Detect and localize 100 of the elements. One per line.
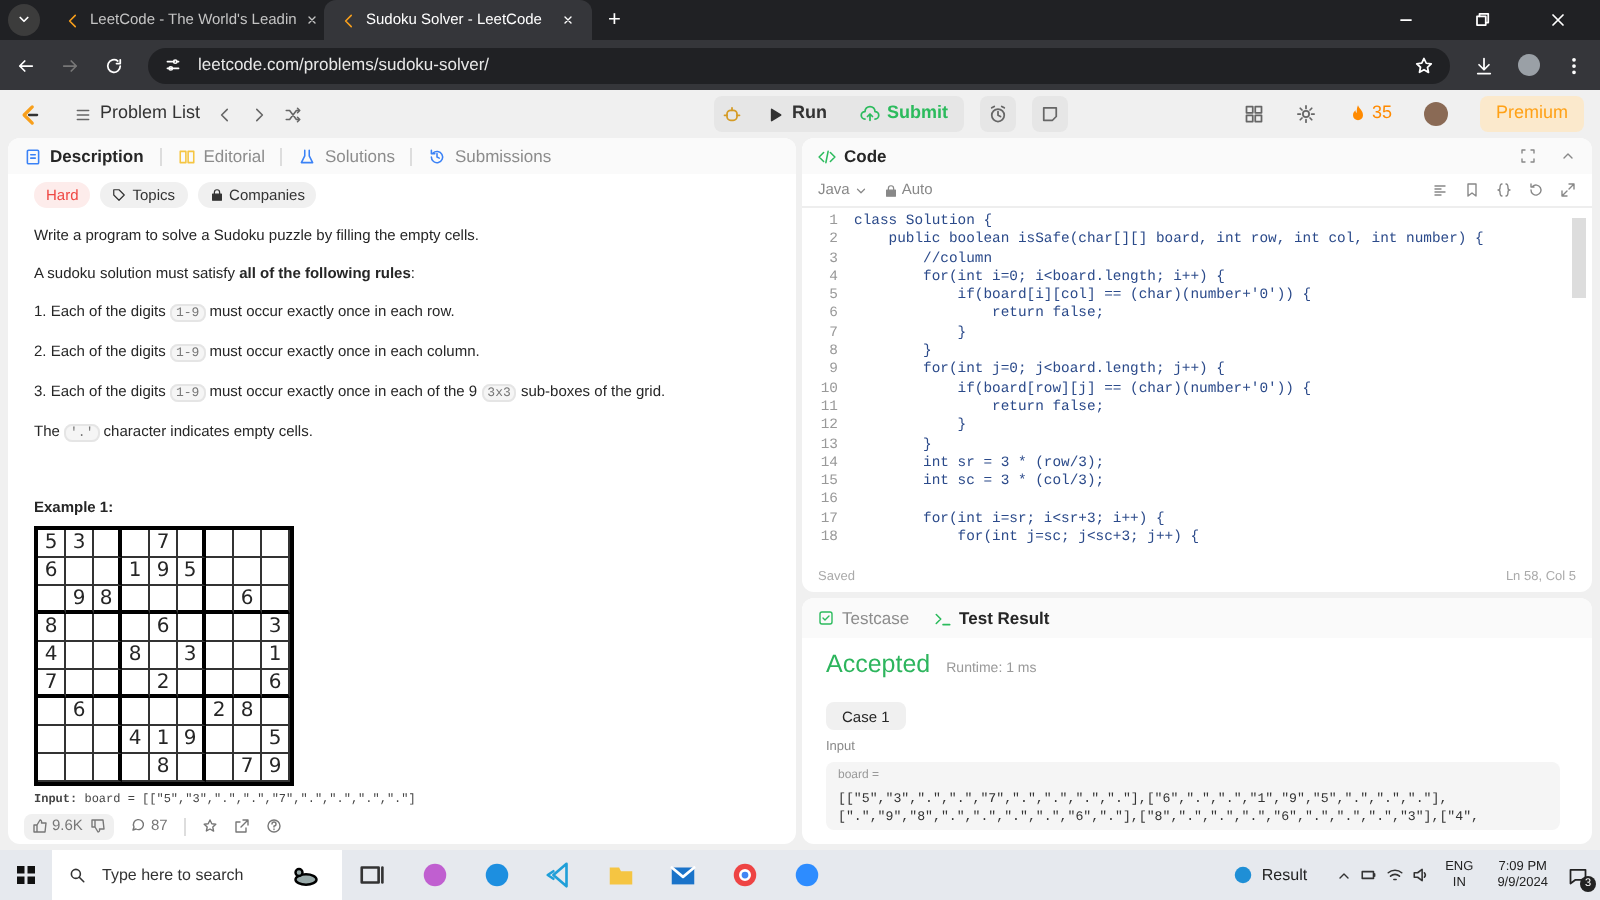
fullscreen-icon[interactable] (1520, 148, 1536, 164)
empty-sudoku-cell (178, 670, 206, 699)
avatar[interactable] (1518, 54, 1540, 76)
empty-sudoku-cell (206, 586, 234, 615)
empty-sudoku-cell (234, 558, 262, 587)
panel-tab[interactable]: Description (24, 143, 144, 169)
empty-sudoku-cell (150, 586, 178, 615)
collapse-icon[interactable] (1560, 148, 1576, 164)
empty-sudoku-cell (66, 558, 94, 587)
sudoku-cell: 8 (94, 586, 122, 615)
sudoku-cell: 3 (178, 642, 206, 671)
sudoku-cell: 3 (66, 530, 94, 559)
close-icon[interactable] (304, 12, 321, 28)
battery-icon[interactable] (1359, 866, 1378, 884)
sudoku-cell: 8 (122, 642, 150, 671)
sudoku-cell: 4 (38, 642, 66, 671)
notification-icon (1568, 865, 1588, 885)
leetcode-logo-icon (340, 11, 358, 29)
problem-list-link[interactable]: Problem List (100, 100, 201, 128)
empty-sudoku-cell (206, 642, 234, 671)
globe-icon (1231, 864, 1254, 886)
empty-sudoku-cell (122, 670, 150, 699)
sudoku-cell: 6 (66, 698, 94, 727)
sudoku-cell: 7 (234, 754, 262, 783)
sudoku-cell: 1 (150, 726, 178, 755)
help-icon[interactable] (265, 818, 282, 834)
chevron-down-icon[interactable] (8, 4, 40, 36)
empty-sudoku-cell (206, 614, 234, 643)
sudoku-cell: 6 (262, 670, 290, 699)
run-button[interactable]: Run (750, 96, 844, 132)
empty-sudoku-cell (262, 558, 290, 587)
panel-title: Code (844, 143, 887, 169)
empty-sudoku-cell (122, 530, 150, 559)
sudoku-cell: 8 (38, 614, 66, 643)
empty-sudoku-cell (66, 754, 94, 783)
checkbox-icon (818, 610, 834, 626)
volume-icon[interactable] (1411, 866, 1430, 884)
shuffle-icon[interactable] (284, 105, 303, 123)
empty-sudoku-cell (206, 754, 234, 783)
bookmark-star-icon[interactable] (1414, 55, 1434, 75)
reset-icon[interactable] (1528, 182, 1544, 198)
star-icon[interactable] (201, 818, 218, 834)
sudoku-cell: 9 (262, 754, 290, 783)
book-icon (177, 147, 196, 165)
empty-sudoku-cell (94, 642, 122, 671)
history-icon (428, 147, 447, 165)
empty-sudoku-cell (94, 698, 122, 727)
empty-sudoku-cell (178, 586, 206, 615)
new-tab-button[interactable]: + (608, 3, 621, 37)
close-icon[interactable] (1548, 10, 1568, 30)
sudoku-cell: 9 (178, 726, 206, 755)
back-icon[interactable] (16, 55, 36, 75)
site-settings-icon (164, 56, 182, 74)
sudoku-cell: 5 (38, 530, 66, 559)
layout-icon[interactable] (1243, 104, 1264, 124)
empty-sudoku-cell (122, 614, 150, 643)
note-icon[interactable] (1032, 96, 1069, 132)
share-icon[interactable] (233, 818, 250, 834)
empty-sudoku-cell (122, 698, 150, 727)
scrollbar[interactable] (1572, 218, 1586, 298)
empty-sudoku-cell (234, 726, 262, 755)
expand-icon[interactable] (1560, 182, 1576, 198)
sudoku-cell: 6 (234, 586, 262, 615)
sudoku-cell: 9 (150, 558, 178, 587)
format-icon[interactable] (1432, 182, 1448, 198)
avatar[interactable] (1423, 102, 1448, 126)
document-icon (24, 147, 42, 165)
empty-sudoku-cell (234, 530, 262, 559)
search-icon (68, 866, 86, 884)
braces-icon[interactable] (1496, 182, 1512, 198)
empty-sudoku-cell (234, 614, 262, 643)
code-icon (818, 147, 836, 165)
close-icon[interactable] (560, 12, 576, 28)
alarm-icon[interactable] (980, 96, 1017, 132)
wifi-icon[interactable] (1385, 866, 1404, 884)
restore-icon[interactable] (1472, 10, 1492, 30)
empty-sudoku-cell (206, 530, 234, 559)
sudoku-cell: 9 (66, 586, 94, 615)
taskbar-search-field[interactable]: Type here to search (52, 850, 342, 900)
forward-icon[interactable] (60, 55, 80, 75)
thumbs-down-icon[interactable] (90, 818, 107, 834)
bookmark-icon[interactable] (1464, 182, 1480, 198)
sudoku-cell: 5 (178, 558, 206, 587)
address-bar[interactable]: leetcode.com/problems/sudoku-solver/ (148, 47, 1450, 83)
empty-sudoku-cell (66, 670, 94, 699)
next-icon[interactable] (250, 105, 269, 123)
empty-sudoku-cell (206, 558, 234, 587)
sudoku-cell: 7 (38, 670, 66, 699)
panel-tab[interactable]: Test Result (933, 605, 1050, 631)
sudoku-cell: 2 (206, 698, 234, 727)
empty-sudoku-cell (94, 614, 122, 643)
sudoku-cell: 2 (150, 670, 178, 699)
sudoku-cell: 8 (150, 754, 178, 783)
download-icon[interactable] (1474, 55, 1494, 75)
empty-sudoku-cell (234, 642, 262, 671)
settings-icon[interactable] (1295, 104, 1316, 124)
reload-icon[interactable] (104, 55, 124, 75)
chevron-down-icon (853, 183, 868, 197)
weather-widget[interactable]: Result (1231, 863, 1308, 887)
empty-sudoku-cell (122, 586, 150, 615)
